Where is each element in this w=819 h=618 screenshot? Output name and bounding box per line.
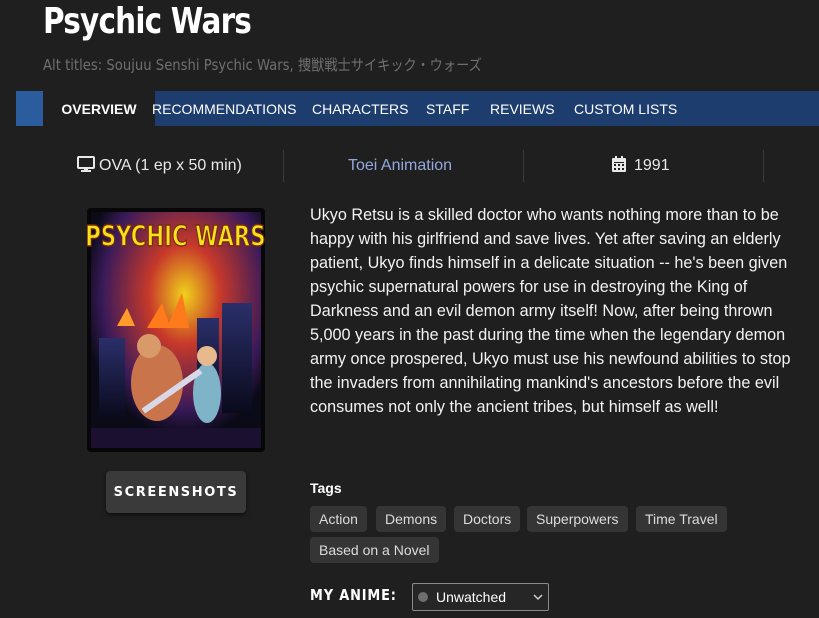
chevron-down-icon [533, 594, 543, 601]
info-divider [283, 150, 284, 182]
year-cell: 1991 [612, 150, 670, 182]
tag-doctors[interactable]: Doctors [454, 506, 521, 532]
tag-based-on-a-novel[interactable]: Based on a Novel [310, 537, 439, 563]
type-cell: OVA (1 ep x 50 min) [77, 150, 242, 182]
synopsis: Ukyo Retsu is a skilled doctor who wants… [310, 206, 791, 416]
tag-time-travel[interactable]: Time Travel [636, 506, 727, 532]
info-divider [523, 150, 524, 182]
tag-superpowers[interactable]: Superpowers [527, 506, 628, 532]
watch-status-select[interactable]: Unwatched [412, 583, 549, 611]
screenshots-button[interactable]: SCREENSHOTS [106, 471, 246, 513]
info-row: OVA (1 ep x 50 min) Toei Animation 1991 [43, 150, 783, 182]
watch-status-value: Unwatched [436, 589, 507, 605]
cover-logo-text: PSYCHIC WARS [87, 220, 265, 253]
anime-page: Psychic Wars Alt titles: Soujuu Senshi P… [0, 0, 819, 618]
page-title: Psychic Wars [43, 1, 252, 42]
tab-bar-accent [16, 91, 43, 126]
cover-art: PSYCHIC WARS [87, 208, 265, 452]
monitor-icon [77, 156, 95, 172]
tab-reviews[interactable]: REVIEWS [490, 91, 555, 126]
release-year: 1991 [634, 157, 670, 174]
cover-image[interactable]: PSYCHIC WARS [87, 208, 265, 452]
studio-link[interactable]: Toei Animation [348, 150, 452, 182]
tag-demons[interactable]: Demons [376, 506, 447, 532]
info-divider [763, 150, 764, 182]
alt-titles: Alt titles: Soujuu Senshi Psychic Wars, … [43, 56, 482, 74]
tab-recommendations[interactable]: RECOMMENDATIONS [152, 91, 296, 126]
my-anime-label: MY ANIME: [310, 586, 397, 604]
tab-custom-lists[interactable]: CUSTOM LISTS [574, 91, 677, 126]
anime-type: OVA (1 ep x 50 min) [99, 157, 242, 174]
tab-characters[interactable]: CHARACTERS [312, 91, 408, 126]
tab-staff[interactable]: STAFF [426, 91, 469, 126]
tab-overview[interactable]: OVERVIEW [43, 91, 155, 126]
tab-bar: OVERVIEW RECOMMENDATIONS CHARACTERS STAF… [16, 91, 819, 126]
calendar-icon [612, 156, 626, 172]
tags-label: Tags [310, 480, 342, 496]
tag-action[interactable]: Action [310, 506, 367, 532]
status-dot [418, 592, 428, 602]
